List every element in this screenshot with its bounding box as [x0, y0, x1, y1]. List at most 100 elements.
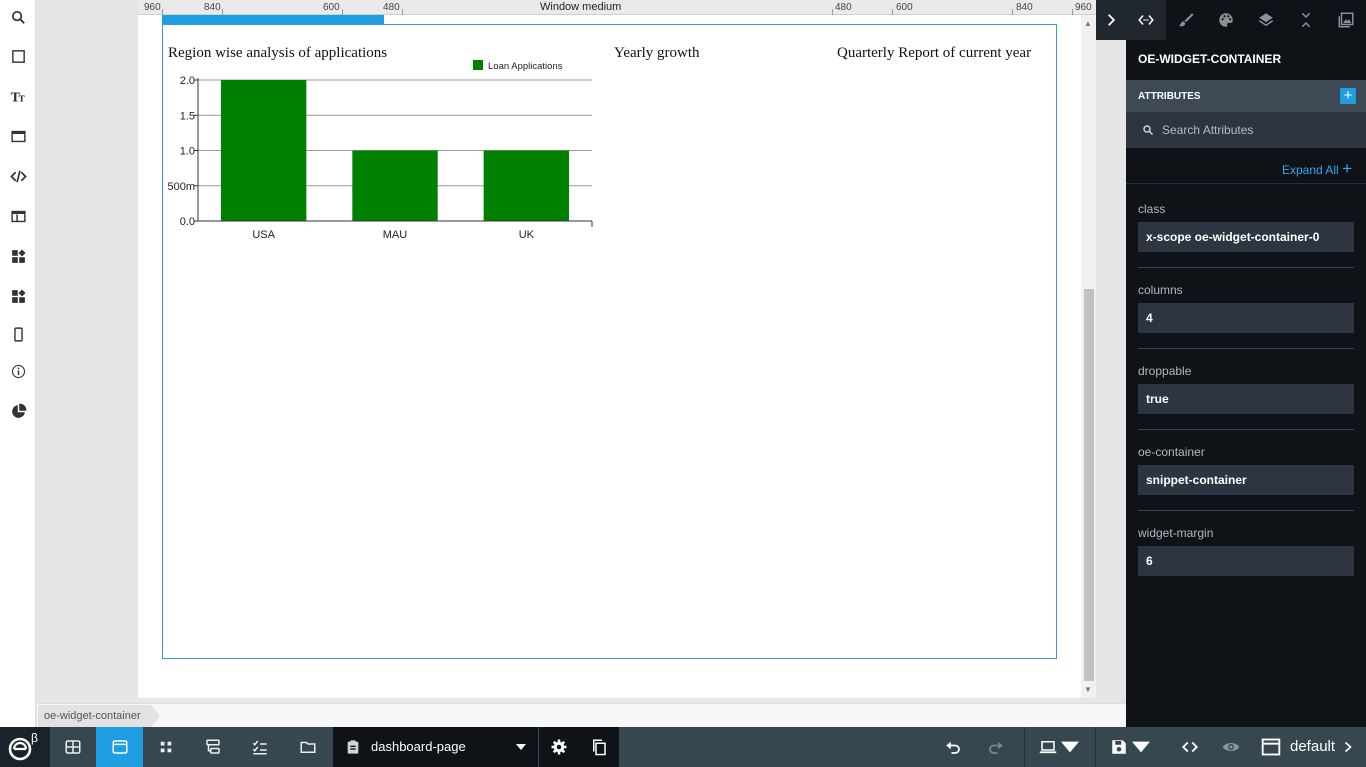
- design-page[interactable]: Region wise analysis of applications Yea…: [138, 15, 1081, 698]
- window-element-icon[interactable]: [0, 120, 36, 152]
- redo-button[interactable]: [976, 727, 1016, 767]
- scrollbar-thumb[interactable]: [1084, 289, 1094, 681]
- ruler-label: 840: [204, 2, 221, 13]
- panel-heading: OE-WIDGET-CONTAINER: [1138, 52, 1282, 66]
- undo-icon: [946, 741, 960, 754]
- hierarchy-icon: [205, 739, 220, 754]
- canvas-area: 960 840 600 480 Window medium 480 600 84…: [37, 0, 1126, 703]
- eye-icon: [1222, 743, 1240, 751]
- attribute-value-field[interactable]: true: [1138, 384, 1354, 414]
- bar: [220, 80, 307, 221]
- widgets-icon[interactable]: [0, 240, 36, 272]
- left-toolbar: TT: [0, 0, 36, 727]
- add-attribute-button[interactable]: +: [1340, 88, 1356, 104]
- attribute-row: oe-container snippet-container: [1138, 445, 1354, 511]
- attribute-value-field[interactable]: snippet-container: [1138, 465, 1354, 495]
- undo-button[interactable]: [933, 727, 973, 767]
- app-logo[interactable]: β: [0, 727, 50, 767]
- logo-icon: [8, 737, 32, 761]
- checklist-button[interactable]: [236, 727, 283, 767]
- preview-button[interactable]: [1211, 727, 1251, 767]
- widgets-alt-icon[interactable]: [0, 280, 36, 312]
- code-element-icon[interactable]: [0, 160, 36, 192]
- scroll-up-icon[interactable]: ▲: [1084, 19, 1092, 28]
- collapse-icon: [1301, 12, 1311, 28]
- device-preview-dropdown[interactable]: [1034, 727, 1084, 767]
- attributes-section-header: ATTRIBUTES +: [1126, 80, 1366, 112]
- page-name: dashboard-page: [371, 739, 466, 754]
- attribute-name: columns: [1138, 283, 1183, 297]
- y-tick-label: 1.5: [180, 110, 195, 122]
- chevron-right-icon: [1108, 14, 1116, 26]
- ruler-label: 600: [896, 2, 913, 13]
- search-attributes-input[interactable]: [1162, 121, 1352, 139]
- grid-icon: [65, 740, 81, 754]
- box-element-icon[interactable]: [0, 40, 36, 72]
- page-selector[interactable]: dashboard-page: [333, 727, 538, 767]
- scroll-down-icon[interactable]: ▼: [1084, 685, 1092, 694]
- caret-down-icon: [1132, 741, 1150, 753]
- window-icon: [1261, 738, 1281, 756]
- panel-tabs: [1096, 0, 1366, 40]
- text-element-icon[interactable]: TT: [0, 80, 36, 112]
- folder-icon: [300, 741, 315, 753]
- save-dropdown[interactable]: [1104, 727, 1156, 767]
- code-brackets-icon: [1138, 15, 1154, 25]
- tab-styles[interactable]: [1166, 0, 1206, 40]
- mobile-icon[interactable]: [0, 318, 36, 350]
- ruler-label: 840: [1016, 2, 1033, 13]
- expand-all-button[interactable]: Expand All +: [1282, 159, 1352, 179]
- layers-icon: [1258, 13, 1274, 27]
- gear-icon: [551, 739, 567, 755]
- x-tick-label: USA: [252, 229, 275, 241]
- folder-button[interactable]: [283, 727, 332, 767]
- tab-collapse-all[interactable]: [1286, 0, 1326, 40]
- y-tick-label: 2.0: [180, 75, 195, 87]
- search-icon[interactable]: [0, 1, 36, 33]
- search-icon: [1143, 125, 1154, 136]
- duplicate-page-button[interactable]: [579, 727, 619, 767]
- ruler-label: 960: [1075, 2, 1092, 13]
- selection-toolbar[interactable]: [162, 15, 384, 24]
- tab-layers[interactable]: [1246, 0, 1286, 40]
- designer-view-button[interactable]: [96, 727, 143, 767]
- attribute-value-field[interactable]: 4: [1138, 303, 1354, 333]
- tab-theme[interactable]: [1206, 0, 1246, 40]
- attribute-value-field[interactable]: 6: [1138, 546, 1354, 576]
- attribute-row: columns 4: [1138, 283, 1354, 349]
- image-library-icon: [1338, 12, 1354, 28]
- attribute-name: oe-container: [1138, 445, 1205, 459]
- logo-beta: β: [31, 731, 38, 745]
- attribute-value-field[interactable]: x-scope oe-widget-container-0: [1138, 222, 1354, 252]
- theme-selector[interactable]: default: [1250, 727, 1366, 767]
- bar: [483, 150, 570, 221]
- ruler-label: 960: [144, 2, 161, 13]
- bottom-toolbar: β dashboard-page default: [0, 727, 1366, 767]
- expand-all-label: Expand All: [1282, 163, 1339, 177]
- caret-down-icon: [1061, 741, 1079, 753]
- components-button[interactable]: [143, 727, 189, 767]
- pie-chart-icon[interactable]: [0, 395, 36, 427]
- tab-images[interactable]: [1326, 0, 1366, 40]
- grid-view-button[interactable]: [50, 727, 96, 767]
- layout-element-icon[interactable]: [0, 200, 36, 232]
- collapse-panel-button[interactable]: [1096, 0, 1126, 40]
- view-source-button[interactable]: [1170, 727, 1210, 767]
- bar: [352, 150, 438, 221]
- column-title: Quarterly Report of current year: [837, 45, 1032, 61]
- vertical-scrollbar[interactable]: ▲ ▼: [1081, 15, 1096, 698]
- breadcrumb-item[interactable]: oe-widget-container: [38, 705, 160, 727]
- clipboard-icon: [347, 740, 359, 754]
- info-icon[interactable]: [0, 355, 36, 387]
- brush-icon: [1179, 13, 1194, 27]
- ruler-label: 480: [835, 2, 852, 13]
- oe-widget-container[interactable]: Region wise analysis of applications Yea…: [162, 24, 1057, 659]
- components-icon: [160, 741, 172, 753]
- tab-attributes[interactable]: [1126, 0, 1166, 40]
- ruler-label: 480: [383, 2, 400, 13]
- bar-chart[interactable]: 0.0 500m 1.0 1.5 2.0 USA MAU UK Loan Application…: [163, 59, 603, 259]
- plus-icon: +: [1342, 159, 1352, 178]
- window-icon: [112, 740, 127, 754]
- page-settings-button[interactable]: [539, 727, 579, 767]
- hierarchy-button[interactable]: [189, 727, 236, 767]
